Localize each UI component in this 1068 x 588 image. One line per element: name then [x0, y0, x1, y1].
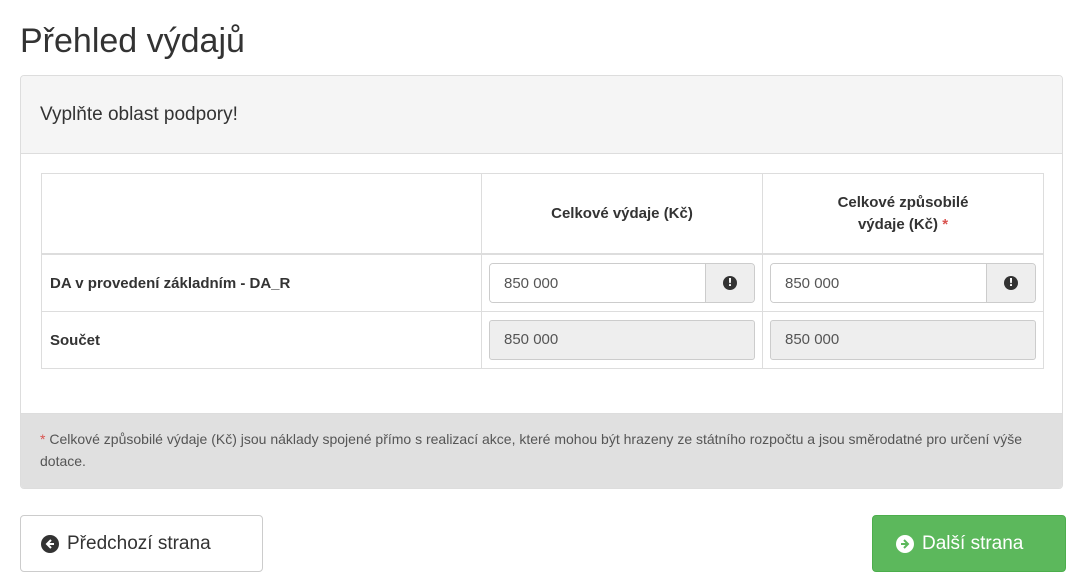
table-row: Součet 850 000 850 000 [41, 311, 1044, 369]
panel-heading: Vyplňte oblast podpory! [21, 76, 1062, 154]
row-label: DA v provedení základním - DA_R [41, 253, 482, 312]
page-title: Přehled výdajů [20, 22, 245, 60]
total-expenses-input[interactable] [490, 264, 705, 302]
total-expenses-input-group: ! [489, 263, 755, 303]
sum-eligible-cell: 850 000 [762, 311, 1044, 369]
info-circle-icon: ! [1004, 276, 1018, 290]
sum-total-cell: 850 000 [481, 311, 763, 369]
previous-page-label: Předchozí strana [67, 532, 211, 554]
expenses-table: Celkové výdaje (Kč) Celkové způsobilé vý… [41, 173, 1044, 369]
required-asterisk: * [942, 215, 949, 233]
arrow-circle-left-icon [41, 534, 59, 553]
header-eligible-expenses: Celkové způsobilé výdaje (Kč) * [762, 173, 1044, 255]
panel-footer: * Celkové způsobilé výdaje (Kč) jsou nák… [21, 413, 1062, 488]
header-empty [41, 173, 482, 255]
eligible-expenses-cell: ! [762, 253, 1044, 312]
header-eligible-line1: Celkové způsobilé [837, 193, 969, 211]
header-eligible-line2: výdaje (Kč) [857, 215, 939, 233]
previous-page-button[interactable]: Předchozí strana [20, 515, 263, 572]
next-page-label: Další strana [922, 532, 1024, 554]
sum-row-label: Součet [41, 311, 482, 369]
total-expenses-info-button[interactable]: ! [705, 264, 754, 302]
sum-eligible-field: 850 000 [770, 320, 1036, 360]
total-expenses-cell: ! [481, 253, 763, 312]
next-page-button[interactable]: Další strana [872, 515, 1066, 572]
footnote-text: Celkové způsobilé výdaje (Kč) jsou nákla… [40, 431, 1023, 469]
table-row: DA v provedení základním - DA_R ! [41, 253, 1044, 312]
expenses-panel: Vyplňte oblast podpory! Celkové výdaje (… [20, 75, 1063, 489]
eligible-expenses-input[interactable] [771, 264, 986, 302]
eligible-expenses-info-button[interactable]: ! [986, 264, 1035, 302]
eligible-expenses-input-group: ! [770, 263, 1036, 303]
header-total-expenses: Celkové výdaje (Kč) [481, 173, 763, 255]
header-total-expenses-label: Celkové výdaje (Kč) [551, 204, 693, 222]
table-header-row: Celkové výdaje (Kč) Celkové způsobilé vý… [41, 173, 1044, 255]
info-circle-icon: ! [723, 276, 737, 290]
sum-total-field: 850 000 [489, 320, 755, 360]
arrow-circle-right-icon [896, 534, 914, 553]
